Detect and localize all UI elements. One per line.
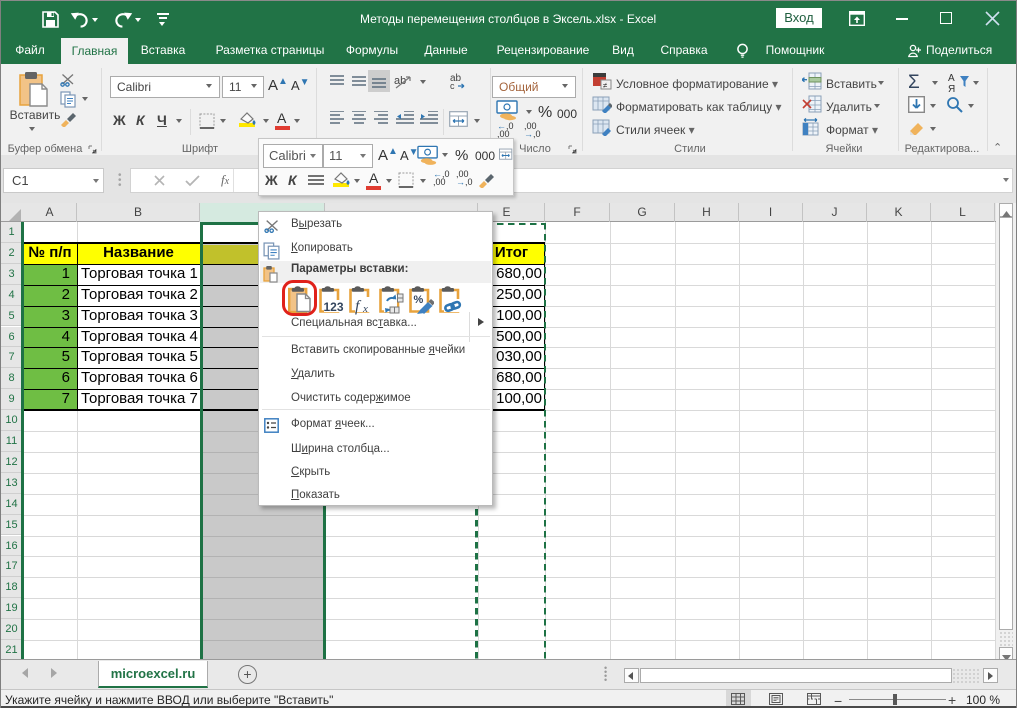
svg-text:x: x (362, 303, 368, 315)
svg-text:c: c (450, 81, 455, 90)
svg-text:123: 123 (324, 300, 344, 314)
svg-text:%: % (414, 294, 424, 306)
svg-text:≠: ≠ (603, 81, 608, 90)
